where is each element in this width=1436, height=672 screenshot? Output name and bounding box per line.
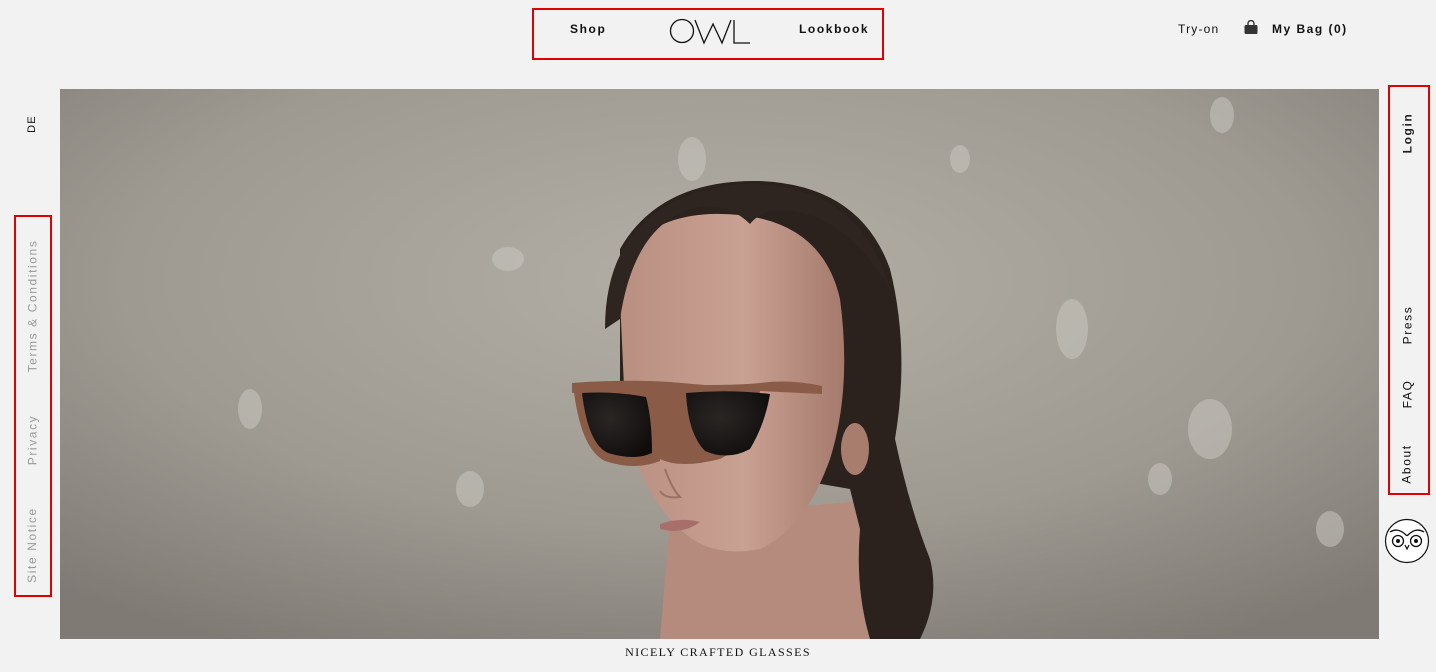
about-link[interactable]: About bbox=[1397, 442, 1417, 486]
about-label[interactable]: About bbox=[1400, 444, 1414, 483]
shopping-bag-icon[interactable] bbox=[1243, 19, 1259, 35]
privacy-label[interactable]: Privacy bbox=[25, 415, 39, 466]
faq-label[interactable]: FAQ bbox=[1400, 380, 1414, 409]
site-notice-link[interactable]: Site Notice bbox=[22, 505, 42, 585]
login-link[interactable]: Login bbox=[1397, 112, 1417, 154]
privacy-link[interactable]: Privacy bbox=[22, 412, 42, 468]
nav-shop-link[interactable]: Shop bbox=[570, 22, 606, 36]
owl-logo[interactable] bbox=[668, 16, 752, 46]
press-link[interactable]: Press bbox=[1397, 304, 1417, 346]
site-notice-label[interactable]: Site Notice bbox=[25, 507, 39, 583]
hero-video[interactable] bbox=[60, 89, 1379, 639]
nav-lookbook-link[interactable]: Lookbook bbox=[799, 22, 869, 36]
page: Shop Lookbook Try-on My Bag (0) DE Terms… bbox=[0, 0, 1436, 672]
try-on-link[interactable]: Try-on bbox=[1178, 22, 1219, 36]
owl-logo-icon bbox=[669, 18, 750, 45]
hero-caption: NICELY CRAFTED GLASSES bbox=[625, 645, 811, 659]
faq-link[interactable]: FAQ bbox=[1397, 378, 1417, 410]
language-switch[interactable]: DE bbox=[24, 113, 40, 135]
login-label[interactable]: Login bbox=[1400, 113, 1414, 154]
my-bag-link[interactable]: My Bag (0) bbox=[1272, 22, 1348, 36]
hero-image bbox=[60, 89, 1379, 639]
language-label[interactable]: DE bbox=[26, 115, 38, 133]
terms-label[interactable]: Terms & Conditions bbox=[25, 240, 39, 373]
press-label[interactable]: Press bbox=[1400, 306, 1414, 345]
terms-link[interactable]: Terms & Conditions bbox=[22, 236, 42, 376]
owl-face-icon[interactable] bbox=[1384, 518, 1430, 564]
